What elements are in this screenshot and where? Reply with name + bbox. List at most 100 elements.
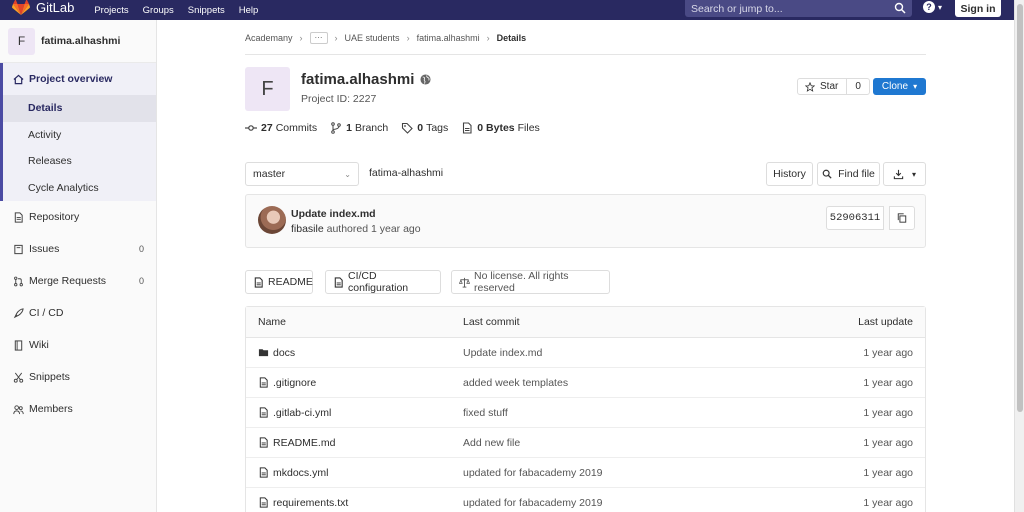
sidebar-item-ci-cd[interactable]: CI / CD: [0, 297, 156, 329]
chevron-right-icon: ›: [299, 33, 303, 43]
commit-author-line: fibasile authored 1 year ago: [291, 223, 421, 235]
rocket-icon: [12, 307, 24, 319]
sidebar-item-project-overview[interactable]: Project overview: [0, 63, 156, 95]
download-button[interactable]: ▾: [883, 162, 926, 186]
repo-path[interactable]: fatima-alhashmi: [369, 167, 443, 179]
row-last-commit-link[interactable]: Add new file: [451, 437, 781, 449]
commit-message[interactable]: Update index.md: [291, 208, 376, 220]
issues-count-badge: 0: [138, 244, 144, 254]
nav-snippets[interactable]: Snippets: [188, 5, 225, 16]
top-navbar: GitLab Projects Groups Snippets Help Sea…: [0, 0, 1014, 20]
sidebar-item-merge-requests[interactable]: Merge Requests 0: [0, 265, 156, 297]
sidebar-item-label: Project overview: [29, 73, 113, 85]
table-row[interactable]: .gitlab-ci.yml fixed stuff 1 year ago: [246, 398, 925, 428]
nav-projects[interactable]: Projects: [94, 5, 128, 16]
file-name-link[interactable]: requirements.txt: [273, 497, 348, 509]
file-name-link[interactable]: mkdocs.yml: [273, 467, 328, 479]
sidebar-item-members[interactable]: Members: [0, 393, 156, 425]
tag-icon: [401, 122, 414, 134]
merge-request-icon: [12, 275, 24, 287]
find-file-button[interactable]: Find file: [817, 162, 880, 186]
help-dropdown[interactable]: ? ▾: [923, 0, 942, 14]
files-label: Files: [517, 122, 540, 134]
copy-sha-button[interactable]: [889, 206, 915, 230]
star-button[interactable]: Star 0: [797, 78, 870, 95]
sidebar-item-issues[interactable]: Issues 0: [0, 233, 156, 265]
readme-button[interactable]: README: [245, 270, 313, 294]
table-row[interactable]: mkdocs.yml updated for fabacademy 2019 1…: [246, 458, 925, 488]
clone-button[interactable]: Clone ▾: [873, 78, 926, 95]
sidebar-item-repository[interactable]: Repository: [0, 201, 156, 233]
file-name-link[interactable]: README.md: [273, 437, 335, 449]
scale-icon: [459, 277, 470, 288]
search-input[interactable]: Search or jump to...: [685, 0, 912, 17]
sidebar-subitem-details[interactable]: Details: [0, 95, 156, 122]
sidebar-subitem-releases[interactable]: Releases: [0, 148, 156, 175]
search-icon: [894, 2, 906, 14]
file-size-icon: [461, 122, 473, 134]
tags-count: 0: [417, 122, 424, 134]
book-icon: [12, 339, 24, 351]
row-last-commit-link[interactable]: updated for fabacademy 2019: [451, 497, 781, 509]
branches-stat[interactable]: 1 Branch: [330, 122, 388, 134]
license-button[interactable]: No license. All rights reserved: [451, 270, 610, 294]
page-scrollbar[interactable]: [1014, 0, 1024, 512]
row-last-commit-link[interactable]: fixed stuff: [451, 407, 781, 419]
commit-sha[interactable]: 52906311: [826, 206, 884, 230]
chevron-down-icon: ▾: [911, 169, 916, 179]
project-title: fatima.alhashmi: [301, 71, 431, 88]
home-icon: [12, 73, 24, 85]
row-last-commit-link[interactable]: Update index.md: [451, 347, 781, 359]
sidebar-item-label: Merge Requests: [29, 275, 107, 287]
sidebar-project-header[interactable]: F fatima.alhashmi: [0, 20, 156, 63]
star-count[interactable]: 0: [847, 79, 869, 94]
chevron-right-icon: ›: [406, 33, 410, 43]
public-globe-icon: [420, 74, 431, 85]
breadcrumb-more-button[interactable]: ···: [309, 32, 328, 44]
sidebar-subitem-activity[interactable]: Activity: [0, 121, 156, 148]
row-last-update: 1 year ago: [863, 406, 913, 419]
cicd-configuration-button[interactable]: CI/CD configuration: [325, 270, 441, 294]
sidebar-item-label: Repository: [29, 211, 80, 223]
commits-stat[interactable]: 27 Commits: [245, 122, 317, 134]
table-row[interactable]: README.md Add new file 1 year ago: [246, 428, 925, 458]
project-avatar: F: [8, 27, 35, 55]
file-name-link[interactable]: .gitlab-ci.yml: [273, 407, 331, 419]
nav-groups[interactable]: Groups: [143, 5, 174, 16]
chevron-down-icon: ▾: [913, 82, 918, 91]
nav-help[interactable]: Help: [239, 5, 259, 16]
breadcrumb-project[interactable]: fatima.alhashmi: [417, 33, 480, 43]
breadcrumb-uae-students[interactable]: UAE students: [345, 33, 400, 43]
sign-in-button[interactable]: Sign in: [955, 0, 1001, 17]
sidebar-item-snippets[interactable]: Snippets: [0, 361, 156, 393]
scrollbar-thumb[interactable]: [1017, 4, 1023, 412]
sidebar-subitem-cycle-analytics[interactable]: Cycle Analytics: [0, 174, 156, 201]
commit-author[interactable]: fibasile: [291, 223, 324, 235]
breadcrumb-details[interactable]: Details: [497, 33, 527, 43]
table-row[interactable]: docs Update index.md 1 year ago: [246, 338, 925, 368]
chevron-down-icon: ▾: [938, 2, 943, 12]
clone-label: Clone: [881, 81, 909, 92]
download-icon: [893, 169, 904, 179]
sidebar-item-wiki[interactable]: Wiki: [0, 329, 156, 361]
column-header-name: Name: [258, 316, 287, 328]
file-icon: [258, 377, 269, 388]
gitlab-logo[interactable]: GitLab: [12, 0, 74, 15]
tags-stat[interactable]: 0 Tags: [401, 122, 448, 134]
files-stat: 0 Bytes Files: [461, 122, 540, 134]
file-name-link[interactable]: .gitignore: [273, 377, 316, 389]
row-last-commit-link[interactable]: updated for fabacademy 2019: [451, 467, 781, 479]
branch-select[interactable]: master ⌄: [245, 162, 359, 186]
readme-icon: [253, 276, 264, 288]
table-row[interactable]: requirements.txt updated for fabacademy …: [246, 488, 925, 512]
star-label[interactable]: Star: [798, 79, 848, 94]
file-name-link[interactable]: docs: [273, 347, 295, 359]
project-avatar-large: F: [245, 67, 290, 111]
author-avatar[interactable]: [258, 206, 286, 234]
row-last-commit-link[interactable]: added week templates: [451, 377, 781, 389]
table-row[interactable]: .gitignore added week templates 1 year a…: [246, 368, 925, 398]
breadcrumb-academany[interactable]: Academany: [245, 33, 293, 43]
branches-label: Branch: [354, 122, 389, 134]
history-button[interactable]: History: [766, 162, 813, 186]
readme-label: README: [268, 276, 313, 288]
